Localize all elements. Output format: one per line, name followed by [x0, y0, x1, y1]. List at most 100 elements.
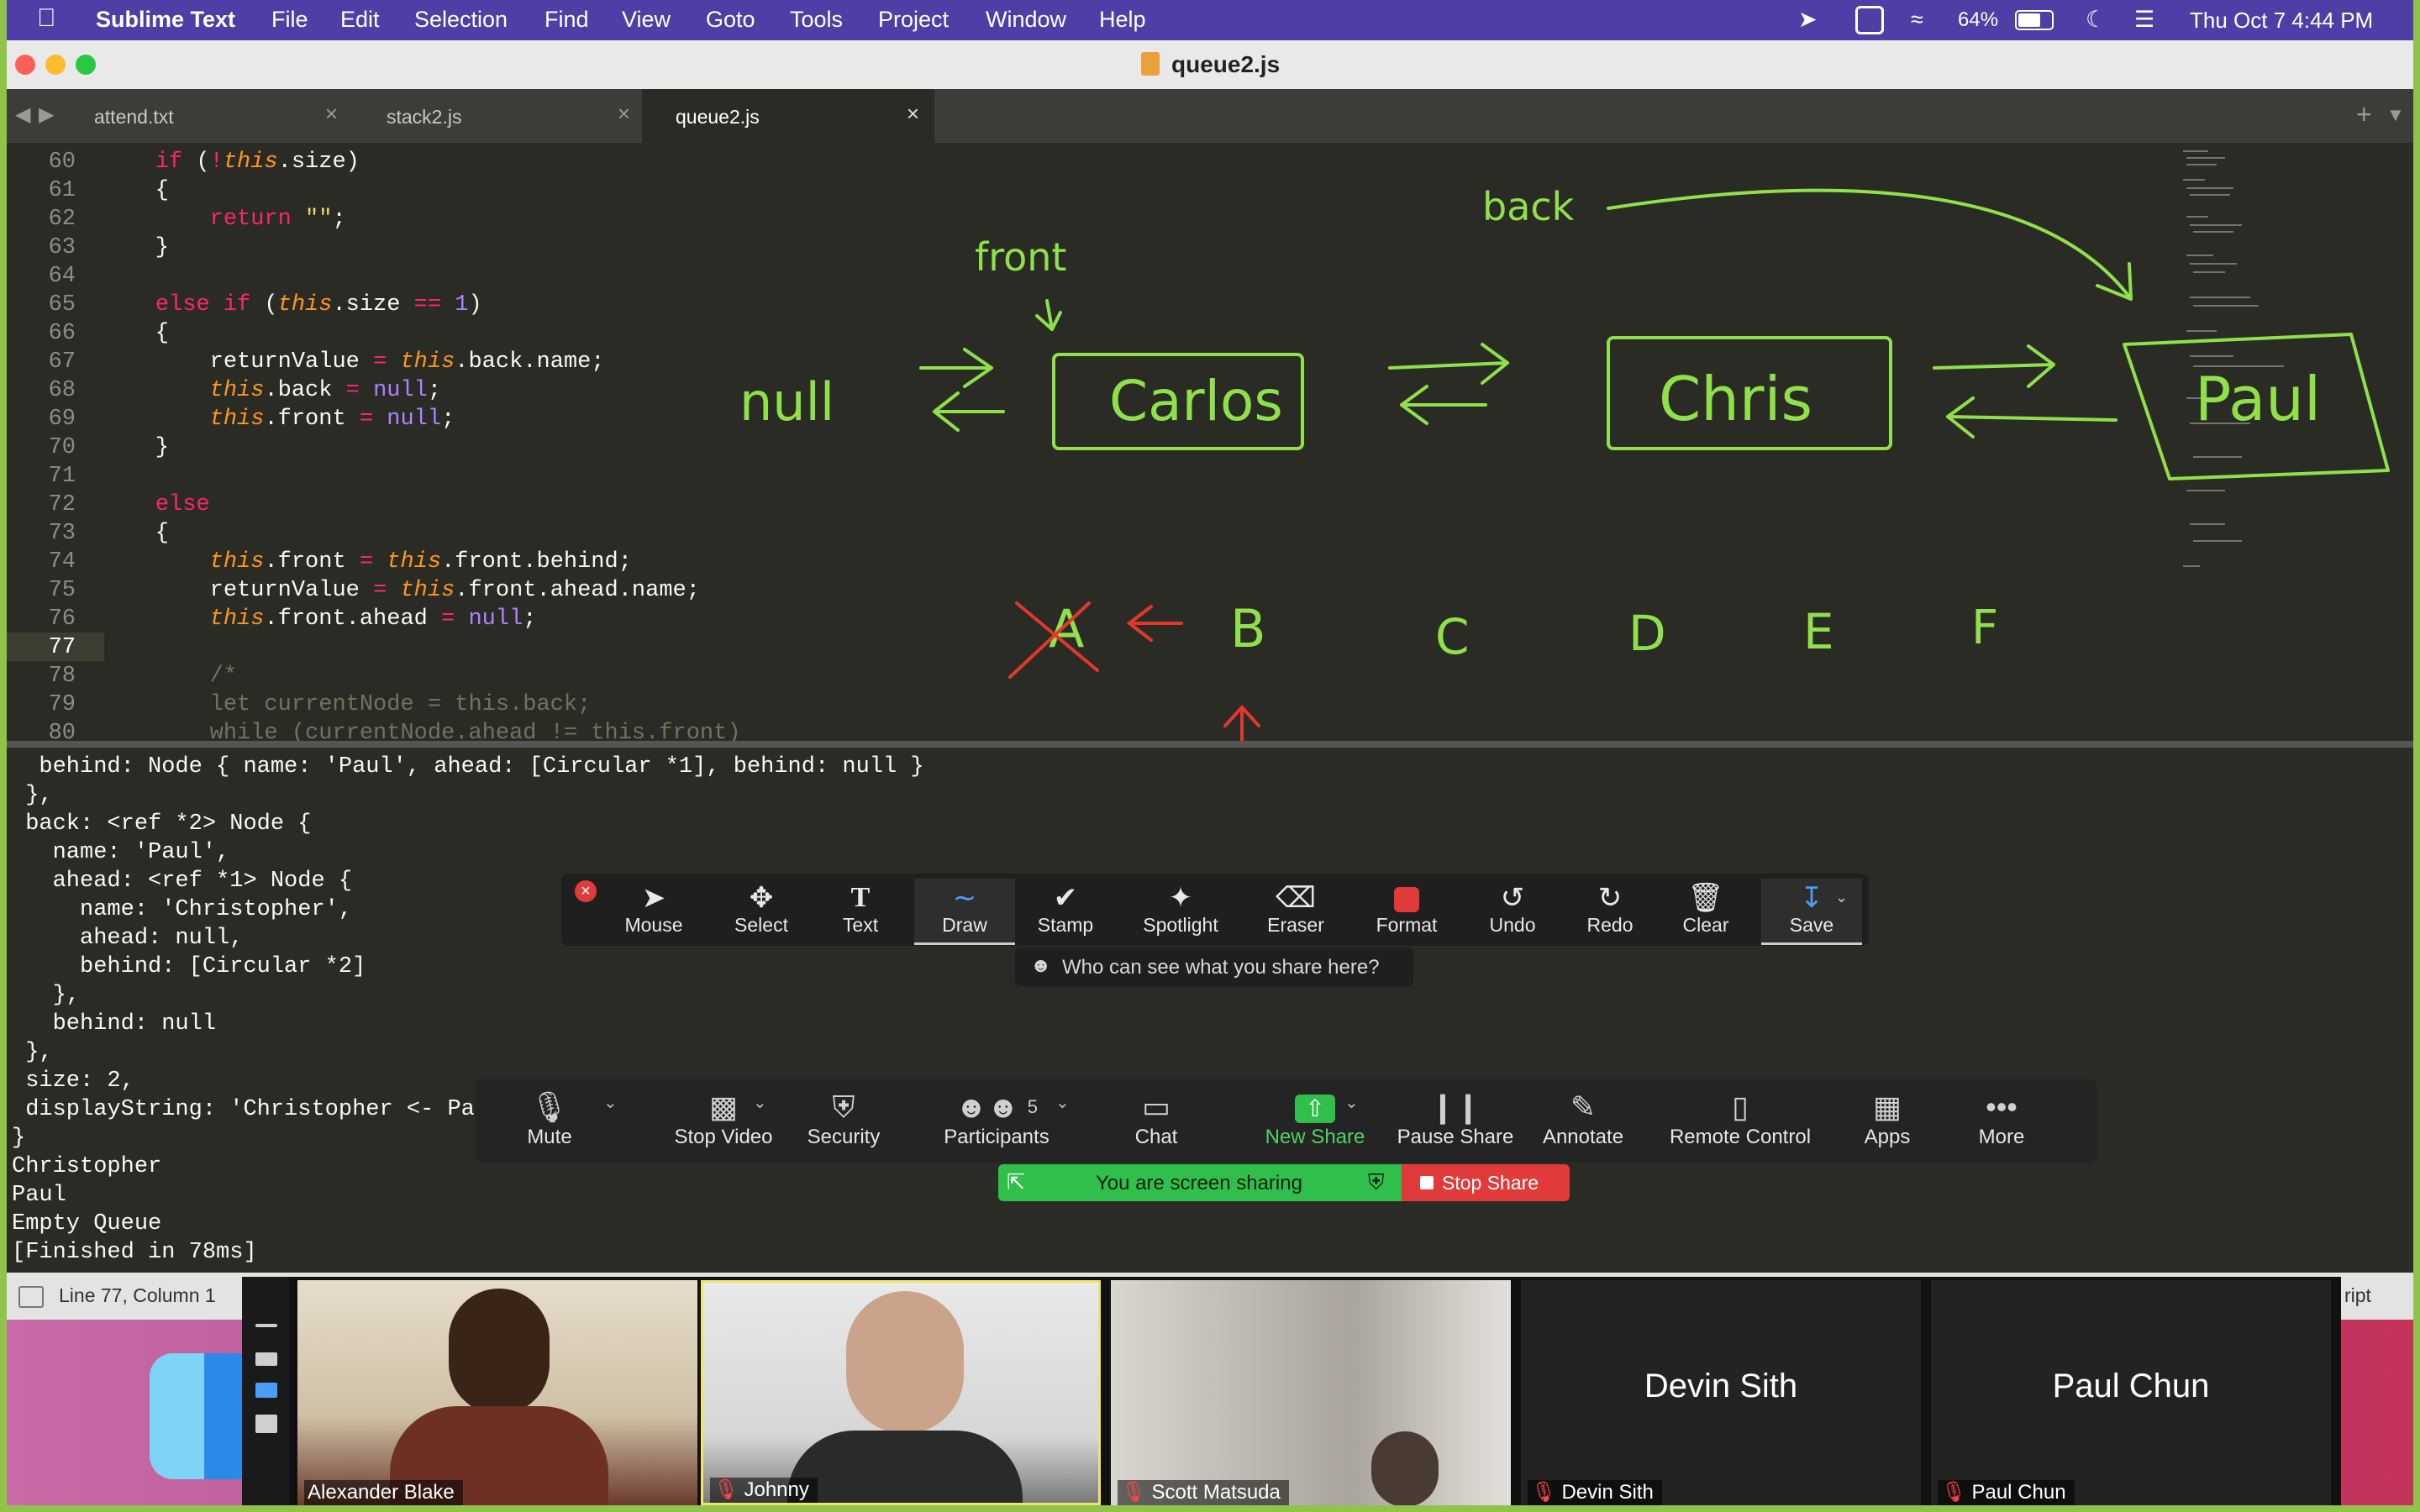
console-line: displayString: 'Christopher <- Pa — [12, 1097, 475, 1122]
arrow-chris-to-paul — [1933, 344, 2055, 388]
panel-divider[interactable] — [7, 741, 2413, 748]
control-center-icon[interactable]: ☰ — [2134, 7, 2154, 33]
tool-label: Redo — [1586, 914, 1634, 936]
focus-moon-icon[interactable]: ☾ — [2086, 7, 2106, 33]
audio-options-chevron-icon[interactable]: ⌄ — [603, 1092, 618, 1113]
participant-tile[interactable]: Alexander Blake — [297, 1280, 697, 1505]
minimize-gallery-icon[interactable] — [255, 1324, 277, 1327]
menu-goto[interactable]: Goto — [706, 7, 755, 33]
syntax-mode[interactable]: ript — [2344, 1284, 2371, 1307]
tab-close-icon[interactable]: × — [907, 101, 919, 127]
zoom-window-button[interactable] — [76, 55, 96, 75]
screen-sharing-banner[interactable]: ⇱ You are screen sharing ⛨ — [998, 1164, 1402, 1201]
location-icon[interactable]: ➤ — [1798, 7, 1818, 33]
strip-view-icon[interactable] — [255, 1383, 277, 1398]
label-d: D — [1628, 605, 1666, 662]
minimize-window-button[interactable] — [45, 55, 66, 75]
pause-share-button[interactable]: ❙❙ Pause Share — [1371, 1089, 1539, 1149]
participant-count: 5 — [1027, 1096, 1038, 1117]
mute-button[interactable]: 🎙 Mute — [509, 1089, 590, 1149]
screen:  Sublime Text File Edit Selection Find … — [7, 0, 2413, 1505]
video-person — [1371, 1431, 1439, 1505]
label-e: E — [1803, 603, 1834, 660]
menu-selection[interactable]: Selection — [414, 7, 508, 33]
format-color-swatch-icon — [1356, 882, 1457, 914]
tool-eraser[interactable]: ⌫ Eraser — [1245, 882, 1346, 937]
tool-text[interactable]: T Text — [810, 882, 911, 937]
menu-help[interactable]: Help — [1099, 7, 1146, 33]
tool-mouse[interactable]: ➤ Mouse — [603, 882, 704, 937]
console-line: Paul — [12, 1183, 66, 1208]
menu-view[interactable]: View — [622, 7, 671, 33]
stop-video-button[interactable]: ▩ Stop Video — [644, 1089, 803, 1149]
tool-label: Select — [734, 914, 788, 936]
label-null: null — [739, 371, 834, 433]
tool-format[interactable]: Format — [1356, 882, 1457, 937]
menu-window[interactable]: Window — [986, 7, 1066, 33]
tool-undo[interactable]: ↺ Undo — [1462, 882, 1563, 937]
muted-mic-icon: 🎙 — [1941, 1481, 1967, 1504]
more-button[interactable]: ••• More — [1960, 1089, 2044, 1149]
new-tab-plus-icon[interactable]: + — [2356, 99, 2372, 130]
participant-name-text: Johnny — [744, 1478, 809, 1501]
participant-tile[interactable]: Paul Chun 🎙 Paul Chun — [1931, 1280, 2331, 1505]
single-view-icon[interactable] — [255, 1352, 277, 1366]
console-line: } — [12, 1126, 26, 1151]
tool-redo[interactable]: ↻ Redo — [1560, 882, 1660, 937]
participants-chevron-icon[interactable]: ⌄ — [1055, 1092, 1070, 1113]
participant-tile-active-speaker[interactable]: 🎙 Johnny — [701, 1280, 1101, 1505]
annotate-button[interactable]: ✎ Annotate — [1524, 1089, 1642, 1149]
tool-spotlight[interactable]: ✦ Spotlight — [1126, 882, 1235, 937]
clock[interactable]: Thu Oct 7 4:44 PM — [2190, 8, 2373, 34]
remote-control-button[interactable]: ▯ Remote Control — [1655, 1089, 1825, 1149]
wifi-icon[interactable]: ≈ — [1911, 7, 1923, 33]
menu-edit[interactable]: Edit — [340, 7, 380, 33]
participant-tile[interactable]: Devin Sith 🎙 Devin Sith — [1521, 1280, 1921, 1505]
menu-find[interactable]: Find — [544, 7, 589, 33]
menu-tools[interactable]: Tools — [790, 7, 843, 33]
drive-icon[interactable] — [1855, 6, 1884, 34]
participants-button[interactable]: ☻☻ 5 Participants — [929, 1089, 1064, 1149]
menu-project[interactable]: Project — [878, 7, 949, 33]
menu-file[interactable]: File — [271, 7, 308, 33]
arrow-carlos-to-chris — [1388, 343, 1509, 385]
grid-view-icon[interactable] — [255, 1415, 277, 1433]
tool-label: Format — [1376, 914, 1438, 936]
stop-share-button[interactable]: Stop Share — [1402, 1164, 1570, 1201]
gallery-side-controls — [242, 1277, 289, 1505]
console-line: Empty Queue — [12, 1211, 162, 1236]
app-menu[interactable]: Sublime Text — [96, 7, 235, 33]
tab-attend[interactable]: attend.txt × — [60, 89, 353, 143]
tab-queue2[interactable]: queue2.js × — [642, 89, 934, 143]
tab-close-icon[interactable]: × — [618, 101, 630, 127]
participant-tile[interactable]: 🎙 Scott Matsuda — [1111, 1280, 1511, 1505]
code-editor[interactable]: 60 61 62 63 64 65 66 67 68 69 70 71 72 7… — [7, 143, 2413, 741]
tab-stack2[interactable]: stack2.js × — [353, 89, 645, 143]
apps-button[interactable]: ▦ Apps — [1845, 1089, 1929, 1149]
arrow-red-up — [1223, 705, 1260, 741]
save-options-chevron-icon[interactable]: ⌄ — [1835, 889, 1848, 906]
tool-select[interactable]: ✥ Select — [711, 882, 812, 937]
security-button[interactable]: ⛨ Security — [793, 1089, 894, 1149]
video-options-chevron-icon[interactable]: ⌄ — [753, 1092, 767, 1113]
tool-stamp[interactable]: ✔ Stamp — [1015, 882, 1116, 937]
share-visibility-banner[interactable]: ☻ Who can see what you share here? — [1015, 948, 1413, 986]
battery-icon[interactable] — [2015, 10, 2054, 30]
tab-forward-arrow-icon[interactable]: ▶ — [39, 102, 54, 127]
tool-draw[interactable]: ∼ Draw — [914, 879, 1015, 945]
close-window-button[interactable] — [15, 55, 35, 75]
apple-menu-icon[interactable]:  — [37, 4, 56, 33]
tab-close-icon[interactable]: × — [325, 101, 338, 127]
label-paul: Paul — [2195, 364, 2321, 434]
tab-menu-chevron-icon[interactable]: ▼ — [2386, 104, 2405, 126]
video-person — [846, 1291, 964, 1434]
tool-clear[interactable]: 🗑 Clear — [1655, 882, 1756, 937]
redo-icon: ↻ — [1597, 882, 1623, 914]
share-options-chevron-icon[interactable]: ⌄ — [1344, 1092, 1359, 1113]
battery-percent: 64% — [1958, 8, 1999, 31]
tab-back-arrow-icon[interactable]: ◀ — [15, 102, 30, 127]
js-file-icon — [1141, 52, 1160, 76]
close-annotation-icon[interactable]: × — [575, 880, 597, 902]
toggle-panel-icon[interactable] — [18, 1286, 44, 1308]
chat-button[interactable]: ▭ Chat — [1114, 1089, 1198, 1149]
